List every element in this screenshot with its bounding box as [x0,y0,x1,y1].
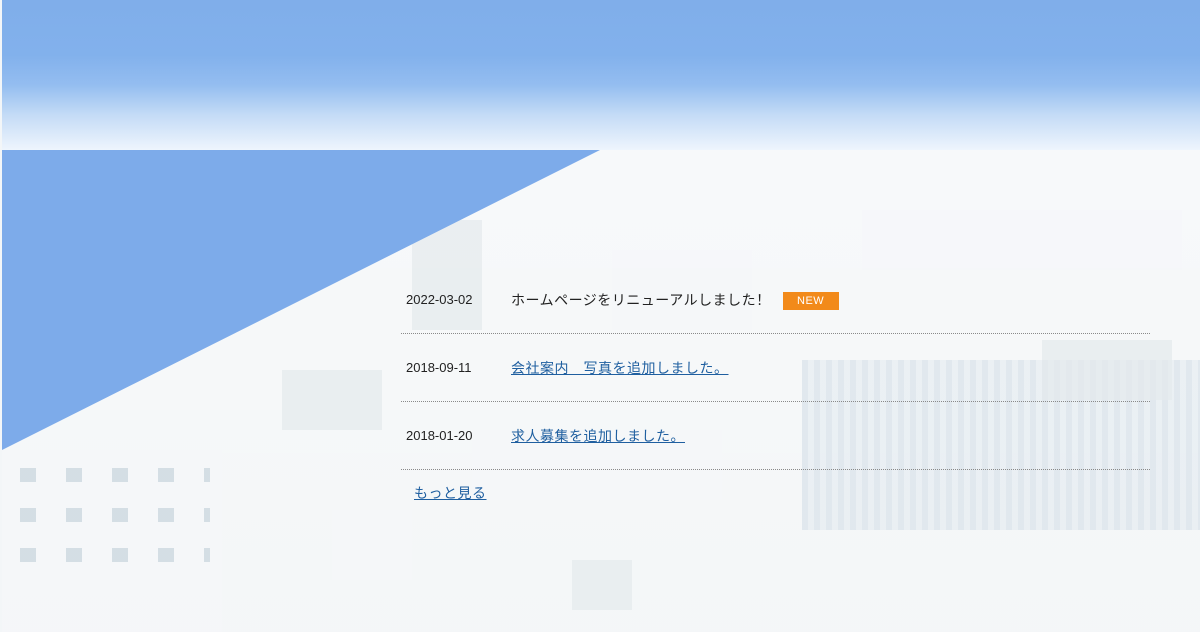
news-item: 2018-09-11 会社案内 写真を追加しました。 [401,334,1150,402]
background-building [862,210,1182,270]
news-title: ホームページをリニューアルしました！ NEW [511,290,839,310]
news-date: 2018-01-20 [406,428,473,443]
header-sky-band [2,0,1200,150]
news-item: 2022-03-02 ホームページをリニューアルしました！ NEW [401,266,1150,334]
background-windows [10,468,210,482]
new-badge: NEW [782,292,839,310]
news-date: 2018-09-11 [406,360,472,375]
background-windows [10,508,210,522]
background-building [332,510,412,580]
news-title-text: ホームページをリニューアルしました！ [511,293,771,309]
news-link-company-photos[interactable]: 会社案内 写真を追加しました。 [511,358,729,378]
news-link-recruitment[interactable]: 求人募集を追加しました。 [511,426,685,446]
news-list: 2022-03-02 ホームページをリニューアルしました！ NEW 2018-09… [401,266,1150,470]
background-windows [10,548,210,562]
background-building [572,560,632,610]
news-item: 2018-01-20 求人募集を追加しました。 [401,402,1150,470]
background-building [282,370,382,430]
more-news-link[interactable]: もっと見る [414,483,487,503]
news-date: 2022-03-02 [406,292,473,307]
